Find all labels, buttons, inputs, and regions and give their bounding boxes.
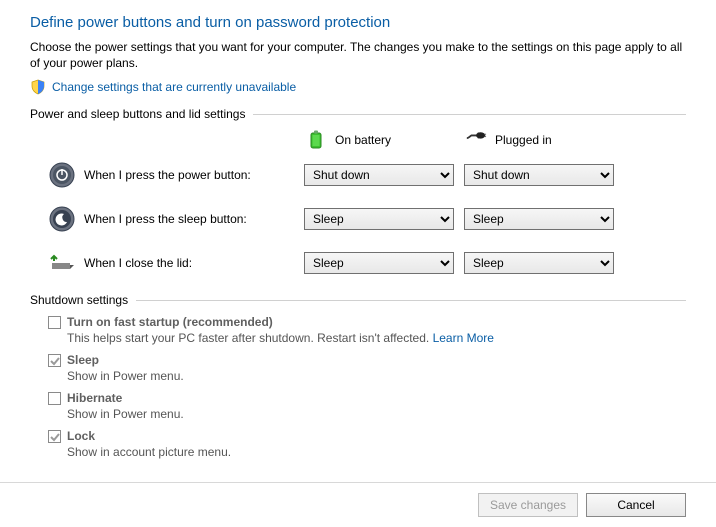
checkbox-lock-desc: Show in account picture menu. bbox=[48, 445, 686, 459]
checkbox-hibernate-desc: Show in Power menu. bbox=[48, 407, 686, 421]
section-power-sleep-lid: Power and sleep buttons and lid settings bbox=[30, 107, 686, 121]
checkbox-lock-label: Lock bbox=[67, 429, 95, 443]
close-lid-on-battery-select[interactable]: Do nothingSleepHibernateShut down bbox=[304, 252, 454, 274]
checkbox-fast-startup-row: Turn on fast startup (recommended) bbox=[48, 315, 686, 329]
change-settings-link-row[interactable]: Change settings that are currently unava… bbox=[30, 79, 686, 95]
checkbox-sleep bbox=[48, 354, 61, 367]
fast-startup-desc-text: This helps start your PC faster after sh… bbox=[67, 331, 433, 345]
checkbox-fast-startup-desc: This helps start your PC faster after sh… bbox=[48, 331, 686, 345]
row-sleep-button: When I press the sleep button: Do nothin… bbox=[30, 205, 686, 233]
checkbox-fast-startup-label: Turn on fast startup (recommended) bbox=[67, 315, 273, 329]
page-title: Define power buttons and turn on passwor… bbox=[30, 14, 686, 31]
sleep-button-plugged-in-select[interactable]: Do nothingSleepHibernateShut down bbox=[464, 208, 614, 230]
shield-icon bbox=[30, 79, 46, 95]
checkbox-hibernate bbox=[48, 392, 61, 405]
col-plugged-in: Plugged in bbox=[465, 129, 615, 151]
section-power-sleep-lid-label: Power and sleep buttons and lid settings bbox=[30, 107, 245, 121]
footer-divider bbox=[0, 482, 716, 483]
col-on-battery: On battery bbox=[305, 129, 455, 151]
close-lid-icon bbox=[48, 249, 76, 277]
save-changes-button: Save changes bbox=[478, 493, 578, 517]
checkbox-hibernate-label: Hibernate bbox=[67, 391, 122, 405]
row-sleep-button-label: When I press the sleep button: bbox=[84, 212, 304, 226]
sleep-button-on-battery-select[interactable]: Do nothingSleepHibernateShut down bbox=[304, 208, 454, 230]
battery-icon bbox=[305, 129, 327, 151]
row-power-button: When I press the power button: Do nothin… bbox=[30, 161, 686, 189]
checkbox-hibernate-row: Hibernate bbox=[48, 391, 686, 405]
section-shutdown-settings: Shutdown settings bbox=[30, 293, 686, 307]
divider bbox=[253, 114, 686, 115]
checkbox-lock bbox=[48, 430, 61, 443]
close-lid-plugged-in-select[interactable]: Do nothingSleepHibernateShut down bbox=[464, 252, 614, 274]
checkbox-sleep-row: Sleep bbox=[48, 353, 686, 367]
checkbox-sleep-label: Sleep bbox=[67, 353, 99, 367]
checkbox-fast-startup bbox=[48, 316, 61, 329]
learn-more-link[interactable]: Learn More bbox=[433, 331, 494, 345]
power-button-on-battery-select[interactable]: Do nothingSleepHibernateShut down bbox=[304, 164, 454, 186]
plug-icon bbox=[465, 129, 487, 151]
col-plugged-in-label: Plugged in bbox=[495, 133, 552, 147]
sleep-button-icon bbox=[48, 205, 76, 233]
footer-buttons: Save changes Cancel bbox=[478, 493, 686, 517]
divider bbox=[136, 300, 686, 301]
page-description: Choose the power settings that you want … bbox=[30, 39, 686, 71]
row-close-lid-label: When I close the lid: bbox=[84, 256, 304, 270]
row-close-lid: When I close the lid: Do nothingSleepHib… bbox=[30, 249, 686, 277]
cancel-button[interactable]: Cancel bbox=[586, 493, 686, 517]
column-headers: On battery Plugged in bbox=[30, 129, 686, 151]
col-on-battery-label: On battery bbox=[335, 133, 391, 147]
checkbox-lock-row: Lock bbox=[48, 429, 686, 443]
power-button-plugged-in-select[interactable]: Do nothingSleepHibernateShut down bbox=[464, 164, 614, 186]
row-power-button-label: When I press the power button: bbox=[84, 168, 304, 182]
checkbox-sleep-desc: Show in Power menu. bbox=[48, 369, 686, 383]
change-settings-link[interactable]: Change settings that are currently unava… bbox=[52, 80, 296, 94]
section-shutdown-settings-label: Shutdown settings bbox=[30, 293, 128, 307]
power-button-icon bbox=[48, 161, 76, 189]
